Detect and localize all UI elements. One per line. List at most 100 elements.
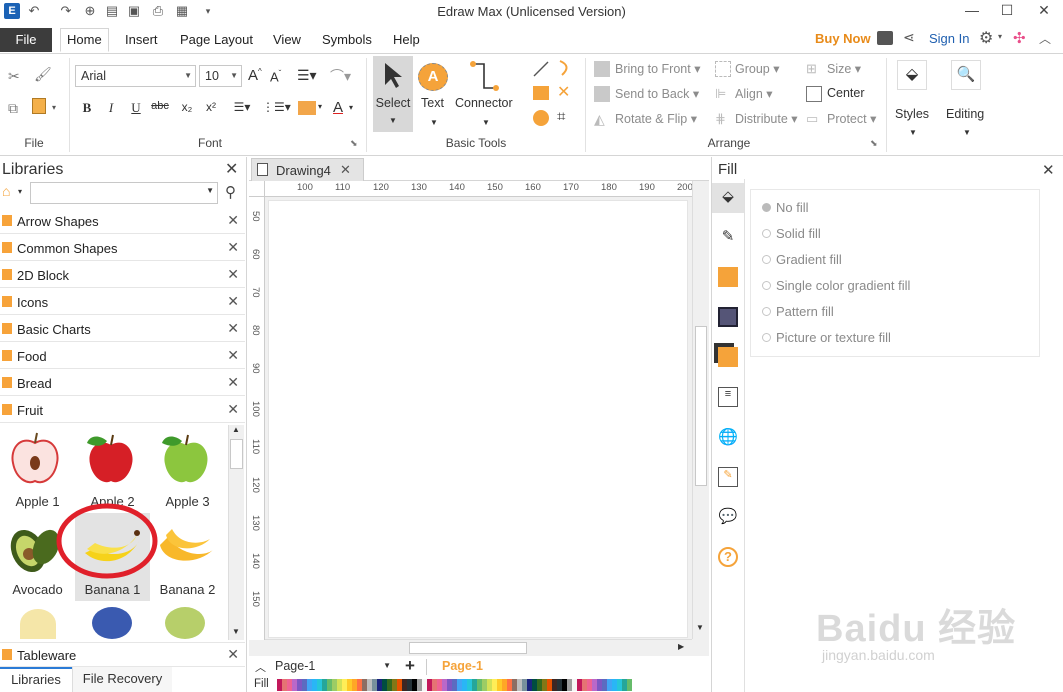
line-pen-icon[interactable]: ✎ — [718, 227, 738, 247]
rectangle-icon[interactable] — [533, 86, 549, 100]
library-item-bread[interactable]: Bread ✕ — [0, 371, 245, 396]
library-item-tableware[interactable]: Tableware ✕ — [0, 642, 245, 667]
size-button[interactable]: Size ▾ — [827, 61, 861, 76]
connector-tool-label[interactable]: Connector — [455, 96, 513, 110]
cut-icon[interactable]: ✂ — [8, 68, 24, 84]
share-icon[interactable]: ⋖ — [903, 29, 915, 46]
connector-tool-icon[interactable] — [468, 60, 500, 92]
subscript-button[interactable]: x₂ — [178, 100, 196, 114]
close-icon[interactable]: ✕ — [227, 320, 239, 337]
library-item-icons[interactable]: Icons ✕ — [0, 290, 245, 315]
file-tab[interactable]: File — [0, 28, 52, 52]
close-icon[interactable]: ✕ — [227, 212, 239, 229]
library-search-input[interactable]: ▼ — [30, 182, 218, 204]
single-color-gradient-label[interactable]: Single color gradient fill — [776, 278, 910, 293]
line-icon[interactable] — [532, 60, 550, 78]
document-tab[interactable]: Drawing4 ✕ — [251, 158, 364, 181]
center-button[interactable]: Center — [827, 86, 865, 100]
library-item-arrow-shapes[interactable]: Arrow Shapes ✕ — [0, 209, 245, 234]
text-align-icon[interactable]: ☰▾ — [297, 67, 317, 84]
search-editing-icon[interactable]: 🔍 — [951, 60, 981, 90]
chevron-down-icon[interactable]: ▼ — [963, 128, 971, 137]
underline-button[interactable]: U — [127, 100, 145, 116]
shape-apple-3[interactable]: Apple 3 — [150, 425, 225, 513]
highlight-color-icon[interactable] — [298, 101, 316, 115]
settings-gear-icon[interactable]: ⚙ — [979, 28, 993, 48]
solid-fill-label[interactable]: Solid fill — [776, 226, 821, 241]
no-fill-radio[interactable] — [762, 203, 771, 212]
tab-insert[interactable]: Insert — [119, 30, 164, 54]
globe-icon[interactable]: 🌐 — [718, 427, 738, 447]
highlight-dropdown-icon[interactable]: ▾ — [318, 102, 322, 111]
maximize-button[interactable]: ☐ — [990, 0, 1024, 22]
pattern-fill-radio[interactable] — [762, 307, 771, 316]
gradient-fill-label[interactable]: Gradient fill — [776, 252, 842, 267]
no-fill-label[interactable]: No fill — [776, 200, 809, 215]
library-item-2d-block[interactable]: 2D Block ✕ — [0, 263, 245, 288]
font-name-select[interactable]: Arial ▼ — [75, 65, 196, 87]
melon-image[interactable] — [165, 607, 205, 639]
chevron-down-icon[interactable]: ▼ — [430, 118, 438, 127]
library-item-fruit[interactable]: Fruit ✕ — [0, 398, 245, 423]
color-swatch[interactable] — [627, 679, 632, 691]
cross-shape-icon[interactable]: ✕ — [557, 82, 570, 102]
attachment-icon[interactable]: ✎ — [718, 467, 738, 487]
font-size-select[interactable]: 10 ▼ — [199, 65, 242, 87]
pattern-fill-label[interactable]: Pattern fill — [776, 304, 834, 319]
blueberry-image[interactable] — [92, 607, 132, 639]
picture-fill-label[interactable]: Picture or texture fill — [776, 330, 891, 345]
shape-banana-2[interactable]: Banana 2 — [150, 513, 225, 601]
font-color-dropdown-icon[interactable]: ▾ — [349, 103, 353, 112]
strikethrough-button[interactable]: abc — [151, 100, 169, 112]
font-color-icon[interactable]: A — [333, 99, 343, 116]
theme-icon[interactable]: ✣ — [1013, 29, 1026, 47]
fill-bucket-icon[interactable]: ⬙ — [718, 187, 738, 207]
close-icon[interactable]: ✕ — [227, 239, 239, 256]
close-icon[interactable]: ✕ — [227, 374, 239, 391]
ellipse-icon[interactable] — [533, 110, 549, 126]
scrollbar-thumb[interactable] — [409, 642, 527, 654]
close-window-button[interactable]: ✕ — [1027, 0, 1061, 22]
shrink-font-icon[interactable]: Aˇ — [270, 69, 281, 84]
bold-button[interactable]: B — [78, 100, 96, 116]
horizontal-scrollbar[interactable]: ▶ — [265, 639, 692, 655]
text-tool-label[interactable]: Text — [421, 96, 444, 110]
bring-to-front-button[interactable]: Bring to Front ▾ — [615, 61, 700, 76]
chevron-down-icon[interactable]: ▼ — [482, 118, 490, 127]
font-dialog-launcher-icon[interactable]: ⬊ — [350, 138, 358, 149]
color-palette[interactable] — [277, 679, 632, 691]
shape-apple-2[interactable]: Apple 2 — [75, 425, 150, 513]
collapse-ribbon-icon[interactable]: ︿ — [1039, 30, 1051, 47]
select-tool-button[interactable]: Select ▼ — [373, 56, 413, 132]
buy-now-link[interactable]: Buy Now — [815, 31, 871, 46]
tab-view[interactable]: View — [267, 30, 307, 54]
close-icon[interactable]: ✕ — [227, 347, 239, 364]
page-tab[interactable]: Page-1 — [442, 659, 483, 673]
arc-icon[interactable] — [556, 58, 574, 78]
add-page-icon[interactable]: + — [405, 656, 415, 676]
editing-button[interactable]: Editing — [946, 107, 984, 121]
grow-font-icon[interactable]: A^ — [248, 67, 262, 84]
crop-icon[interactable]: ⌗ — [557, 108, 565, 125]
close-libraries-icon[interactable]: ✕ — [225, 159, 238, 179]
text-curve-icon[interactable]: ⌒▾ — [330, 66, 351, 86]
rotate-flip-button[interactable]: Rotate & Flip ▾ — [615, 111, 697, 126]
group-button[interactable]: Group ▾ — [735, 61, 780, 76]
close-fill-pane-icon[interactable]: ✕ — [1042, 161, 1055, 179]
minimize-button[interactable]: — — [955, 0, 989, 22]
close-icon[interactable]: ✕ — [227, 646, 239, 663]
single-color-gradient-radio[interactable] — [762, 281, 771, 290]
sign-in-link[interactable]: Sign In — [929, 31, 969, 46]
search-icon[interactable]: ⚲ — [225, 183, 236, 201]
solid-fill-radio[interactable] — [762, 229, 771, 238]
format-painter-icon[interactable]: 🖌 — [34, 66, 52, 82]
send-to-back-button[interactable]: Send to Back ▾ — [615, 86, 699, 101]
close-icon[interactable]: ✕ — [227, 266, 239, 283]
picture-fill-radio[interactable] — [762, 333, 771, 342]
feedback-icon[interactable] — [877, 31, 893, 45]
superscript-button[interactable]: x² — [202, 100, 220, 114]
close-icon[interactable]: ✕ — [340, 162, 351, 178]
help-icon[interactable]: ? — [718, 547, 738, 567]
vertical-scrollbar[interactable]: ▼ — [692, 181, 709, 639]
library-item-food[interactable]: Food ✕ — [0, 344, 245, 369]
